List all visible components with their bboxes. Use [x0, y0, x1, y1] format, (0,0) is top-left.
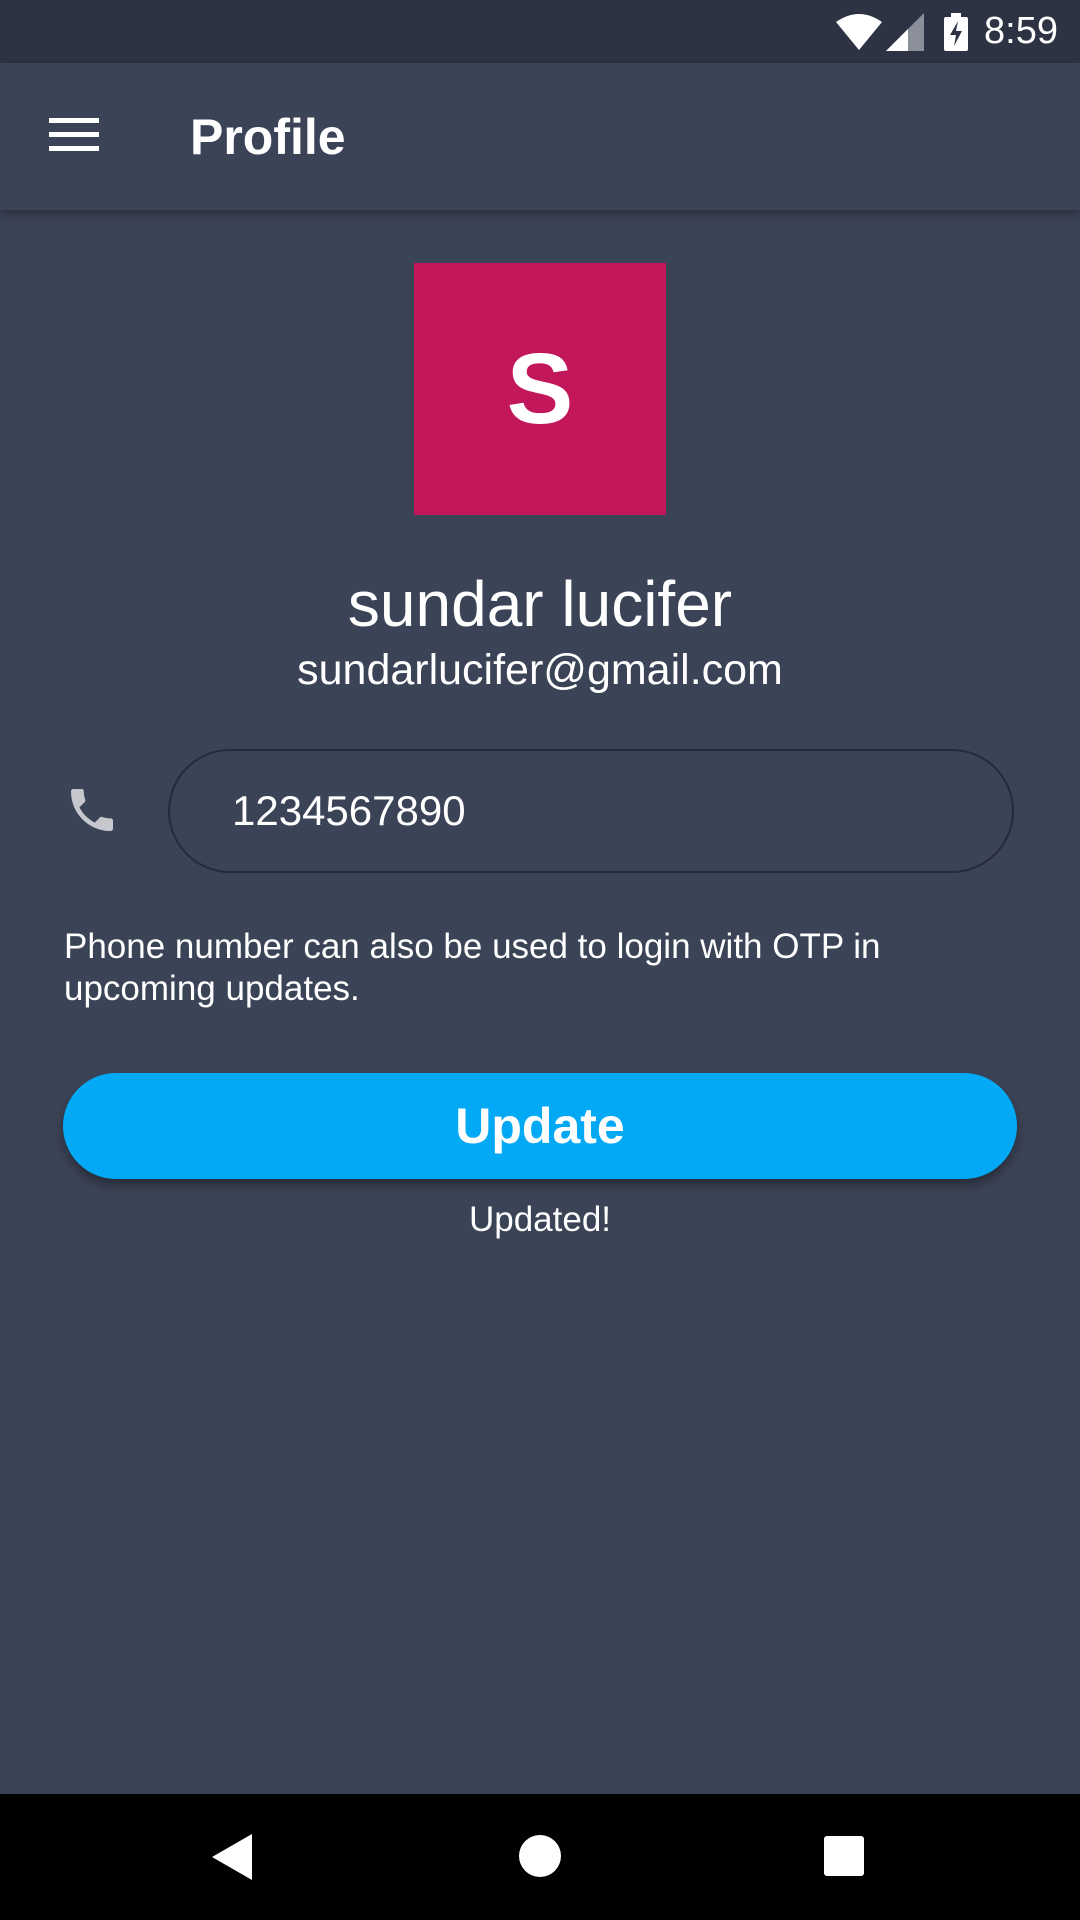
back-icon[interactable]: [212, 1834, 252, 1885]
status-bar: 8:59: [0, 0, 1080, 63]
status-message: Updated!: [468, 1200, 612, 1239]
menu-button[interactable]: [34, 101, 114, 171]
update-button[interactable]: Update: [63, 1073, 1017, 1179]
user-name: sundar lucifer: [347, 568, 733, 640]
page-title: Profile: [190, 109, 346, 165]
home-icon[interactable]: [518, 1834, 562, 1883]
app-bar: Profile: [0, 63, 1080, 210]
status-icons: 8:59: [836, 0, 1058, 63]
avatar: S: [414, 263, 666, 515]
phone-helper-text: Phone number can also be used to login w…: [64, 927, 881, 1008]
wifi-icon: [836, 13, 883, 50]
signal-icon: [886, 12, 925, 51]
phone-icon: [64, 782, 124, 842]
menu-icon: [49, 116, 99, 157]
battery-charging-icon: [944, 12, 969, 51]
phone-input[interactable]: [232, 787, 952, 835]
user-email: sundarlucifer@gmail.com: [297, 646, 783, 694]
avatar-letter: S: [506, 332, 574, 445]
recents-icon[interactable]: [824, 1836, 864, 1881]
status-time: 8:59: [984, 10, 1058, 52]
phone-field[interactable]: [168, 749, 1014, 873]
navigation-bar: [0, 1794, 1080, 1920]
